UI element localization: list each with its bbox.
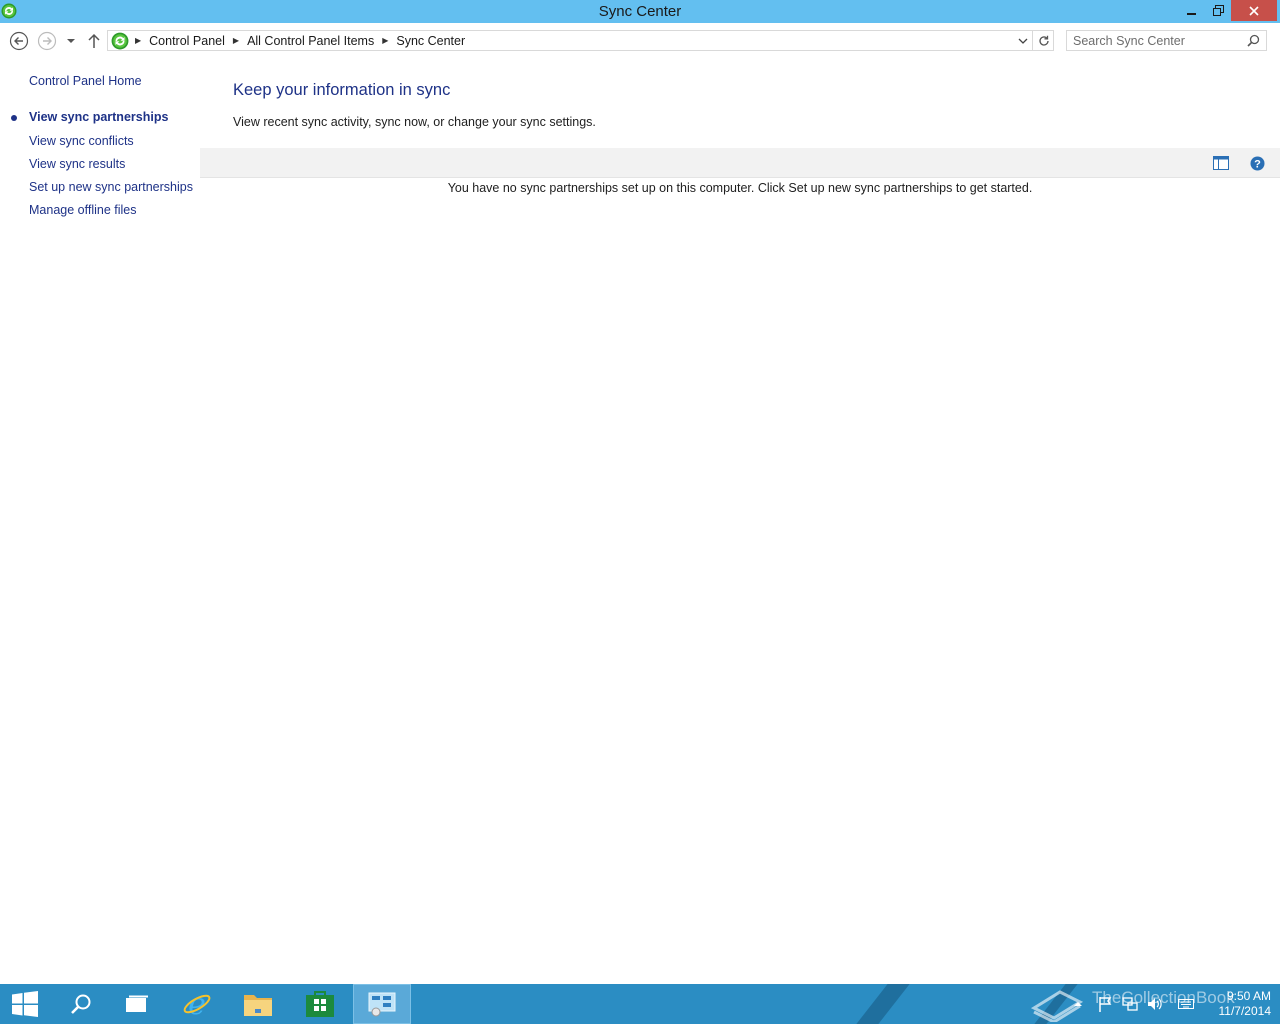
clock-time: 9:50 AM xyxy=(1226,989,1271,1003)
keyboard-icon[interactable] xyxy=(1178,996,1194,1012)
search-icon xyxy=(71,994,91,1014)
windows-logo-icon xyxy=(12,991,38,1017)
search-box[interactable] xyxy=(1066,30,1267,51)
volume-icon[interactable] xyxy=(1147,996,1163,1012)
breadcrumb-all-control-panel-items[interactable]: All Control Panel Items xyxy=(247,34,374,48)
command-bar: ? xyxy=(200,148,1280,178)
breadcrumb: ▶ Control Panel ▶ All Control Panel Item… xyxy=(108,31,465,50)
task-view-button[interactable] xyxy=(108,984,166,1024)
start-button[interactable] xyxy=(0,984,50,1024)
view-sync-conflicts-link[interactable]: View sync conflicts xyxy=(29,134,134,148)
address-dropdown-button[interactable] xyxy=(1014,31,1032,50)
address-bar[interactable]: ▶ Control Panel ▶ All Control Panel Item… xyxy=(107,30,1054,51)
forward-button[interactable] xyxy=(37,31,57,51)
breadcrumb-separator-icon[interactable]: ▶ xyxy=(135,36,141,45)
refresh-button[interactable] xyxy=(1032,31,1054,50)
sync-center-icon xyxy=(111,32,129,49)
action-center-flag-icon[interactable] xyxy=(1097,996,1113,1012)
search-taskbar-button[interactable] xyxy=(52,984,110,1024)
window-title: Sync Center xyxy=(598,3,682,20)
navigation-bar: ▶ Control Panel ▶ All Control Panel Item… xyxy=(0,23,1280,59)
up-button[interactable] xyxy=(85,31,103,51)
refresh-icon xyxy=(1038,35,1049,46)
chevron-up-icon xyxy=(1074,1002,1082,1006)
internet-explorer-icon: e xyxy=(183,989,211,1019)
active-bullet-icon xyxy=(11,115,17,121)
control-panel-home-link[interactable]: Control Panel Home xyxy=(29,74,142,88)
restore-icon xyxy=(1212,5,1224,16)
minimize-icon xyxy=(1187,12,1196,15)
help-button[interactable]: ? xyxy=(1248,154,1266,172)
view-pane-icon xyxy=(1213,156,1229,170)
location-icon xyxy=(111,32,129,50)
network-icon[interactable] xyxy=(1122,996,1138,1012)
breadcrumb-sync-center[interactable]: Sync Center xyxy=(396,34,465,48)
file-explorer-button[interactable] xyxy=(229,984,287,1024)
manage-offline-files-link[interactable]: Manage offline files xyxy=(29,203,136,217)
restore-button[interactable] xyxy=(1206,0,1230,21)
show-hidden-icons-button[interactable] xyxy=(1072,996,1084,1012)
control-panel-taskbar-button[interactable] xyxy=(353,984,411,1024)
folder-icon xyxy=(244,995,272,1016)
up-arrow-icon xyxy=(88,33,100,48)
forward-arrow-icon xyxy=(37,31,57,51)
store-button[interactable] xyxy=(291,984,349,1024)
chevron-down-icon xyxy=(67,39,75,43)
search-icon[interactable] xyxy=(1247,34,1260,50)
taskbar: e TheCollectionBook 9:50 AM 11/7/2014 xyxy=(0,984,1280,1024)
empty-partnerships-message: You have no sync partnerships set up on … xyxy=(447,181,1033,195)
page-title: Keep your information in sync xyxy=(233,81,451,99)
breadcrumb-control-panel[interactable]: Control Panel xyxy=(149,34,225,48)
help-icon: ? xyxy=(1250,156,1264,170)
page-description: View recent sync activity, sync now, or … xyxy=(233,115,596,129)
clock-date: 11/7/2014 xyxy=(1218,1004,1272,1018)
taskbar-decoration xyxy=(856,984,910,1024)
view-sync-results-link[interactable]: View sync results xyxy=(29,157,125,171)
minimize-button[interactable] xyxy=(1178,0,1206,21)
svg-text:?: ? xyxy=(1254,158,1261,170)
breadcrumb-separator-icon[interactable]: ▶ xyxy=(382,36,388,45)
close-icon xyxy=(1249,5,1259,16)
chevron-down-icon xyxy=(1018,38,1028,44)
view-sync-partnerships-link[interactable]: View sync partnerships xyxy=(29,110,168,124)
control-panel-icon xyxy=(368,992,396,1017)
breadcrumb-separator-icon[interactable]: ▶ xyxy=(233,36,239,45)
change-view-button[interactable] xyxy=(1212,154,1230,172)
task-view-icon xyxy=(126,995,148,1012)
back-arrow-icon xyxy=(9,31,29,51)
recent-locations-button[interactable] xyxy=(63,31,79,51)
close-button[interactable] xyxy=(1231,0,1277,21)
internet-explorer-button[interactable]: e xyxy=(168,984,226,1024)
title-bar: Sync Center xyxy=(0,0,1280,23)
svg-text:e: e xyxy=(188,989,206,1019)
store-icon xyxy=(306,991,334,1017)
set-up-sync-partnerships-link[interactable]: Set up new sync partnerships xyxy=(29,180,193,194)
back-button[interactable] xyxy=(9,31,29,51)
search-input[interactable] xyxy=(1073,32,1238,49)
system-clock[interactable]: 9:50 AM 11/7/2014 xyxy=(1205,989,1272,1019)
